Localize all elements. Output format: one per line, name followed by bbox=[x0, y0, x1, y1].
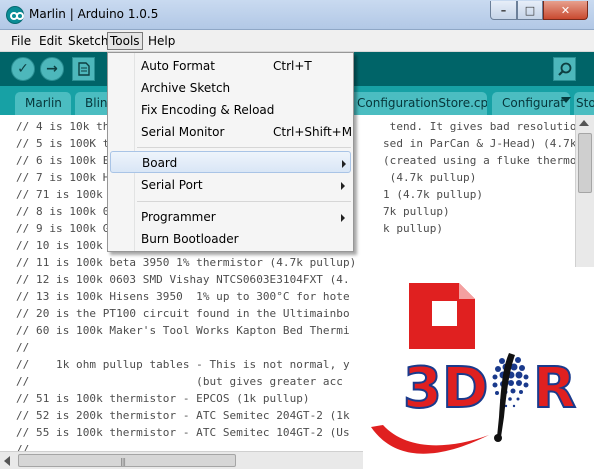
code-line: // 55 is 100k thermistor - ATC Semitec 1… bbox=[16, 426, 350, 439]
submenu-arrow-icon bbox=[341, 214, 345, 222]
verify-button[interactable]: ✓ bbox=[11, 57, 35, 81]
upload-button[interactable]: → bbox=[40, 57, 64, 81]
menu-item-label: Archive Sketch bbox=[141, 81, 231, 95]
grip-icon: ||| bbox=[120, 457, 126, 466]
menu-sketch[interactable]: Sketch bbox=[66, 33, 110, 49]
code-line: // 13 is 100k Hisens 3950 1% up to 300°C… bbox=[16, 290, 350, 303]
menu-item-serial-port[interactable]: Serial Port bbox=[110, 174, 351, 196]
tab-configurationstore-cpp[interactable]: ConfigurationStore.cpp bbox=[347, 92, 487, 115]
menu-item-archive-sketch[interactable]: Archive Sketch bbox=[110, 77, 351, 99]
maximize-button[interactable]: □ bbox=[517, 1, 543, 20]
tab-configuration[interactable]: Configurat bbox=[492, 92, 570, 115]
menu-item-label: Programmer bbox=[141, 210, 216, 224]
code-line: // 60 is 100k Maker's Tool Works Kapton … bbox=[16, 324, 350, 337]
menu-item-auto-format[interactable]: Auto Format Ctrl+T bbox=[110, 55, 351, 77]
submenu-arrow-icon bbox=[342, 160, 346, 168]
3d-logo-graphic: 3D R bbox=[371, 283, 577, 454]
tab-marlin[interactable]: Marlin bbox=[15, 92, 71, 115]
menu-edit[interactable]: Edit bbox=[37, 33, 64, 49]
serial-monitor-button[interactable] bbox=[553, 57, 576, 81]
tab-menu-arrow-icon[interactable] bbox=[561, 97, 571, 103]
menu-item-label: Fix Encoding & Reload bbox=[141, 103, 275, 117]
code-line: // bbox=[16, 443, 30, 451]
horizontal-scrollbar[interactable]: ||| bbox=[0, 451, 364, 469]
code-line: // (but gives greater acc bbox=[16, 375, 343, 388]
menu-item-shortcut: Ctrl+Shift+M bbox=[273, 125, 353, 139]
logo-text-r: R bbox=[533, 356, 576, 421]
submenu-arrow-icon bbox=[341, 182, 345, 190]
menu-bar: File Edit Sketch Tools Help bbox=[0, 30, 594, 52]
code-line: // 1k ohm pullup tables - This is not no… bbox=[16, 358, 350, 371]
menu-item-burn-bootloader[interactable]: Burn Bootloader bbox=[110, 228, 351, 250]
magnifier-icon bbox=[557, 62, 571, 76]
vertical-scroll-thumb[interactable] bbox=[578, 133, 592, 193]
menu-tools[interactable]: Tools bbox=[107, 32, 143, 50]
code-line: // 10 is 100k bbox=[16, 239, 103, 252]
menu-separator bbox=[137, 201, 351, 202]
new-file-icon bbox=[77, 62, 90, 76]
scroll-up-arrow-icon[interactable] bbox=[579, 120, 589, 126]
scroll-left-arrow-icon[interactable] bbox=[4, 456, 10, 466]
menu-separator bbox=[137, 147, 351, 148]
code-line: // 52 is 200k thermistor - ATC Semitec 2… bbox=[16, 409, 350, 422]
arrow-right-icon: → bbox=[46, 61, 58, 77]
menu-item-label: Board bbox=[142, 156, 178, 170]
close-button[interactable]: ✕ bbox=[543, 1, 588, 20]
code-line: // 20 is the PT100 circuit found in the … bbox=[16, 307, 350, 320]
menu-file[interactable]: File bbox=[9, 33, 33, 49]
menu-help[interactable]: Help bbox=[146, 33, 177, 49]
menu-item-label: Burn Bootloader bbox=[141, 232, 239, 246]
code-line: // bbox=[16, 341, 30, 354]
title-bar: Marlin | Arduino 1.0.5 – □ ✕ bbox=[0, 0, 594, 30]
code-line: // 51 is 100k thermistor - EPCOS (1k pul… bbox=[16, 392, 310, 405]
menu-item-board[interactable]: Board bbox=[110, 151, 351, 173]
tools-dropdown-menu: Auto Format Ctrl+T Archive Sketch Fix En… bbox=[107, 52, 354, 252]
menu-item-fix-encoding[interactable]: Fix Encoding & Reload bbox=[110, 99, 351, 121]
menu-item-shortcut: Ctrl+T bbox=[273, 59, 312, 73]
menu-item-label: Serial Port bbox=[141, 178, 203, 192]
menu-item-label: Serial Monitor bbox=[141, 125, 225, 139]
logo-text-3d: 3D bbox=[403, 356, 488, 421]
window-title: Marlin | Arduino 1.0.5 bbox=[29, 7, 159, 21]
check-icon: ✓ bbox=[17, 61, 29, 77]
code-line: // 12 is 100k 0603 SMD Vishay NTCS0603E3… bbox=[16, 273, 350, 286]
menu-item-serial-monitor[interactable]: Serial Monitor Ctrl+Shift+M bbox=[110, 121, 353, 143]
horizontal-scroll-thumb[interactable]: ||| bbox=[18, 454, 236, 467]
arduino-app-icon bbox=[6, 6, 24, 24]
code-line: // 11 is 100k beta 3950 1% thermistor (4… bbox=[16, 256, 357, 269]
tab-overflow[interactable]: Sto bbox=[574, 92, 594, 115]
3d-logo: 3D R bbox=[363, 267, 594, 469]
menu-item-programmer[interactable]: Programmer bbox=[110, 206, 351, 228]
minimize-button[interactable]: – bbox=[490, 1, 517, 20]
new-sketch-button[interactable] bbox=[72, 57, 95, 81]
menu-item-label: Auto Format bbox=[141, 59, 215, 73]
